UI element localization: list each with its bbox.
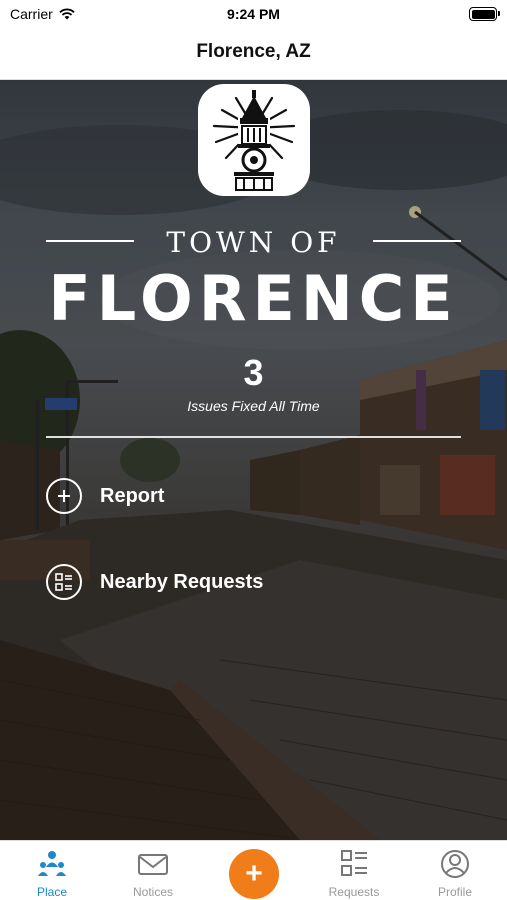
tab-requests[interactable]: Requests xyxy=(304,841,404,900)
right-rule xyxy=(373,240,461,242)
hero-section: TOWN OF FLORENCE 3 Issues Fixed All Time… xyxy=(0,80,507,840)
mail-icon xyxy=(138,854,168,875)
town-of-label: TOWN OF xyxy=(166,226,341,259)
list-circle-icon xyxy=(46,564,82,600)
divider xyxy=(46,436,461,438)
tab-notices[interactable]: Notices xyxy=(103,841,203,900)
tab-notices-label: Notices xyxy=(132,885,173,899)
list-icon xyxy=(341,850,367,876)
tab-requests-label: Requests xyxy=(328,885,380,899)
place-icon xyxy=(38,851,66,876)
nav-bar: Florence, AZ xyxy=(0,28,507,80)
nearby-requests-label: Nearby Requests xyxy=(100,570,264,593)
report-label: Report xyxy=(100,484,165,507)
issues-fixed-count: 3 xyxy=(243,352,264,393)
plus-circle-icon xyxy=(46,478,82,514)
issues-fixed-label: Issues Fixed All Time xyxy=(187,398,320,414)
town-of-heading: TOWN OF xyxy=(46,226,461,259)
tab-place-label: Place xyxy=(36,885,68,899)
nearby-requests-button[interactable]: Nearby Requests xyxy=(46,564,263,600)
town-name: FLORENCE xyxy=(48,262,459,335)
tab-place[interactable]: Place xyxy=(2,841,102,900)
add-request-button[interactable]: + xyxy=(229,849,279,899)
report-button[interactable]: Report xyxy=(46,478,164,514)
courthouse-emblem-icon xyxy=(212,90,296,191)
battery-icon xyxy=(469,7,500,21)
status-bar: Carrier 9:24 PM xyxy=(0,0,507,28)
tab-bar: Place Notices + Requests Profile xyxy=(0,840,507,900)
page-title: Florence, AZ xyxy=(196,41,311,62)
status-time: 9:24 PM xyxy=(227,6,280,22)
profile-icon xyxy=(441,850,469,878)
town-logo xyxy=(198,84,310,196)
tab-profile[interactable]: Profile xyxy=(405,841,505,900)
tab-profile-label: Profile xyxy=(437,885,472,899)
